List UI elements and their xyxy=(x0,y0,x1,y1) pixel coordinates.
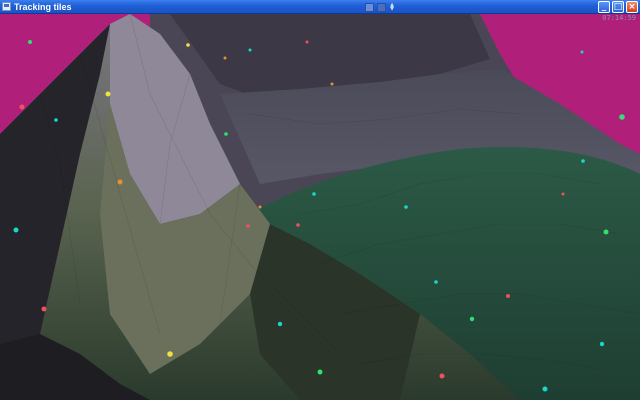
particle xyxy=(312,192,316,196)
particle xyxy=(330,82,334,86)
title-bar[interactable]: Tracking tiles ▲ ▼ _ □ × xyxy=(0,0,640,14)
particle xyxy=(542,386,548,392)
close-button[interactable]: × xyxy=(626,1,638,13)
particle xyxy=(404,205,408,209)
particle xyxy=(580,50,584,54)
up-down-arrows-icon[interactable]: ▲ ▼ xyxy=(389,2,395,12)
camera-icon[interactable] xyxy=(365,2,374,12)
particle xyxy=(186,43,190,47)
window-buttons: _ □ × xyxy=(598,1,638,13)
particle xyxy=(41,306,47,312)
particle xyxy=(277,321,283,327)
3d-terrain-viewport[interactable] xyxy=(0,14,640,400)
particle xyxy=(603,229,609,235)
particle xyxy=(469,316,475,322)
particle xyxy=(28,40,32,44)
particle xyxy=(296,223,300,227)
particle xyxy=(117,179,123,185)
maximize-button[interactable]: □ xyxy=(612,1,624,13)
particle xyxy=(19,104,25,110)
java-window-icon[interactable] xyxy=(2,2,11,11)
particle xyxy=(305,40,309,44)
particle xyxy=(246,224,250,228)
particle xyxy=(506,294,510,298)
particle xyxy=(619,114,625,120)
particle xyxy=(317,369,323,375)
particle xyxy=(248,48,252,52)
particle xyxy=(258,205,262,209)
window-title: Tracking tiles xyxy=(14,2,72,12)
title-bar-controls: ▲ ▼ xyxy=(365,2,395,12)
particle xyxy=(105,91,111,97)
minimize-button[interactable]: _ xyxy=(598,1,610,13)
particle xyxy=(13,227,19,233)
particle xyxy=(561,192,565,196)
display-icon[interactable] xyxy=(377,2,386,12)
particle xyxy=(599,341,605,347)
particle xyxy=(434,280,438,284)
particle xyxy=(167,351,173,357)
particle xyxy=(439,373,445,379)
application-window: Tracking tiles ▲ ▼ _ □ × 07:14:59 xyxy=(0,0,640,400)
particle xyxy=(223,56,227,60)
particle xyxy=(581,159,585,163)
clock-readout: 07:14:59 xyxy=(602,14,636,22)
particle xyxy=(54,118,58,122)
particle xyxy=(224,132,228,136)
